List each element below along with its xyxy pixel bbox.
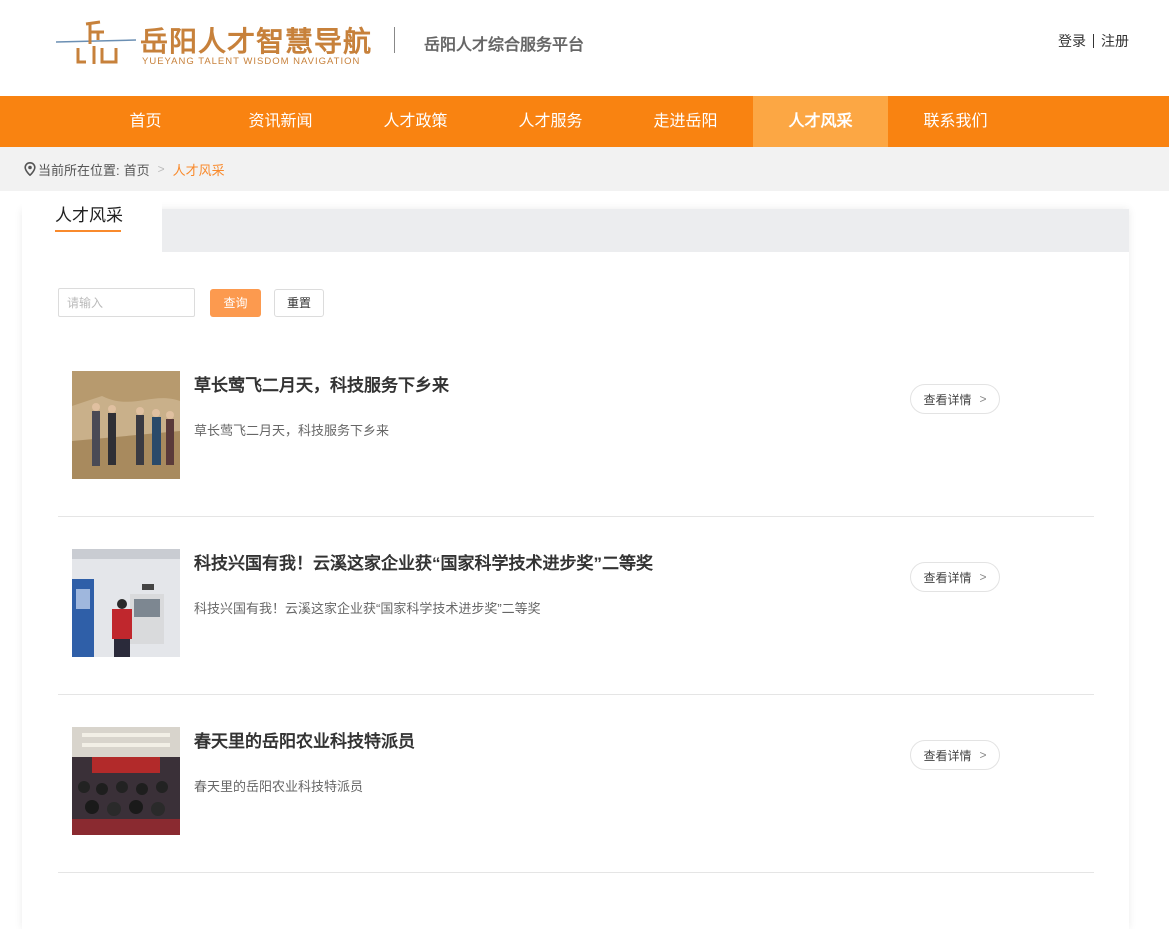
site-logo[interactable]: 岳阳人才智慧导航 YUEYANG TALENT WISDOM NAVIGATIO… (56, 18, 371, 68)
article-desc: 草长莺飞二月天，科技服务下乡来 (194, 423, 390, 438)
header-divider (394, 27, 395, 53)
tab-corner (150, 197, 160, 252)
breadcrumb-prefix: 当前所在位置: (38, 162, 120, 178)
meeting-photo-icon (72, 727, 180, 835)
nav-item-about-yueyang[interactable]: 走进岳阳 (618, 96, 753, 147)
tab-talent-showcase[interactable]: 人才风采 (22, 197, 162, 252)
nav-item-services[interactable]: 人才服务 (483, 96, 618, 147)
article-desc: 春天里的岳阳农业科技特派员 (194, 779, 364, 794)
tab-bar: 人才风采 (22, 197, 1129, 252)
nav-item-policy[interactable]: 人才政策 (348, 96, 483, 147)
location-pin-icon (24, 162, 36, 176)
search-input[interactable] (58, 288, 195, 317)
search-row: 查询 重置 (58, 288, 324, 317)
auth-separator (1093, 34, 1094, 48)
site-header: 岳阳人才智慧导航 YUEYANG TALENT WISDOM NAVIGATIO… (0, 0, 1169, 96)
list-item[interactable]: 科技兴国有我！云溪这家企业获“国家科学技术进步奖”二等奖 科技兴国有我！云溪这家… (58, 517, 1094, 695)
lab-photo-icon (72, 549, 180, 657)
field-photo-icon (72, 371, 180, 479)
auth-links: 登录 注册 (1058, 31, 1129, 51)
register-link[interactable]: 注册 (1101, 33, 1129, 49)
breadcrumb-home-link[interactable]: 首页 (124, 160, 150, 179)
nav-item-talent-showcase[interactable]: 人才风采 (753, 96, 888, 147)
view-detail-button[interactable]: 查看详情 > (910, 384, 1000, 414)
nav-item-contact[interactable]: 联系我们 (888, 96, 1023, 147)
chevron-right-icon: > (979, 748, 987, 762)
query-button[interactable]: 查询 (210, 288, 261, 317)
view-detail-button[interactable]: 查看详情 > (910, 562, 1000, 592)
view-detail-button[interactable]: 查看详情 > (910, 740, 1000, 770)
view-detail-label: 查看详情 (923, 570, 972, 585)
article-thumbnail[interactable] (72, 549, 180, 657)
login-link[interactable]: 登录 (1058, 33, 1086, 49)
reset-button[interactable]: 重置 (274, 288, 324, 317)
logo-mark-icon (56, 20, 136, 64)
chevron-right-icon: > (979, 570, 987, 584)
breadcrumb: 当前所在位置: 首页 > 人才风采 (0, 147, 1169, 191)
tab-underline (55, 230, 121, 232)
nav-item-news[interactable]: 资讯新闻 (213, 96, 348, 147)
article-thumbnail[interactable] (72, 727, 180, 835)
article-desc: 科技兴国有我！云溪这家企业获“国家科学技术进步奖”二等奖 (194, 601, 541, 616)
view-detail-label: 查看详情 (923, 392, 972, 407)
logo-title: 岳阳人才智慧导航 (140, 26, 373, 57)
nav-item-home[interactable]: 首页 (78, 96, 213, 147)
article-title[interactable]: 草长莺飞二月天，科技服务下乡来 (194, 371, 449, 396)
main-nav: 首页 资讯新闻 人才政策 人才服务 走进岳阳 人才风采 联系我们 (0, 96, 1169, 147)
list-item[interactable]: 草长莺飞二月天，科技服务下乡来 草长莺飞二月天，科技服务下乡来 查看详情 > (58, 339, 1094, 517)
view-detail-label: 查看详情 (923, 748, 972, 763)
chevron-right-icon: > (979, 392, 987, 406)
tab-label: 人才风采 (55, 206, 123, 225)
logo-subtitle: YUEYANG TALENT WISDOM NAVIGATION (142, 56, 361, 67)
list-item[interactable]: 春天里的岳阳农业科技特派员 春天里的岳阳农业科技特派员 查看详情 > (58, 695, 1094, 873)
chevron-right-icon: > (157, 162, 165, 176)
content-card: 人才风采 查询 重置 (22, 197, 1129, 929)
article-thumbnail[interactable] (72, 371, 180, 479)
article-list: 草长莺飞二月天，科技服务下乡来 草长莺飞二月天，科技服务下乡来 查看详情 > 科… (58, 339, 1094, 873)
article-title[interactable]: 科技兴国有我！云溪这家企业获“国家科学技术进步奖”二等奖 (194, 549, 653, 574)
platform-subtitle: 岳阳人才综合服务平台 (424, 37, 585, 54)
article-title[interactable]: 春天里的岳阳农业科技特派员 (194, 727, 415, 752)
breadcrumb-current: 人才风采 (172, 162, 225, 178)
